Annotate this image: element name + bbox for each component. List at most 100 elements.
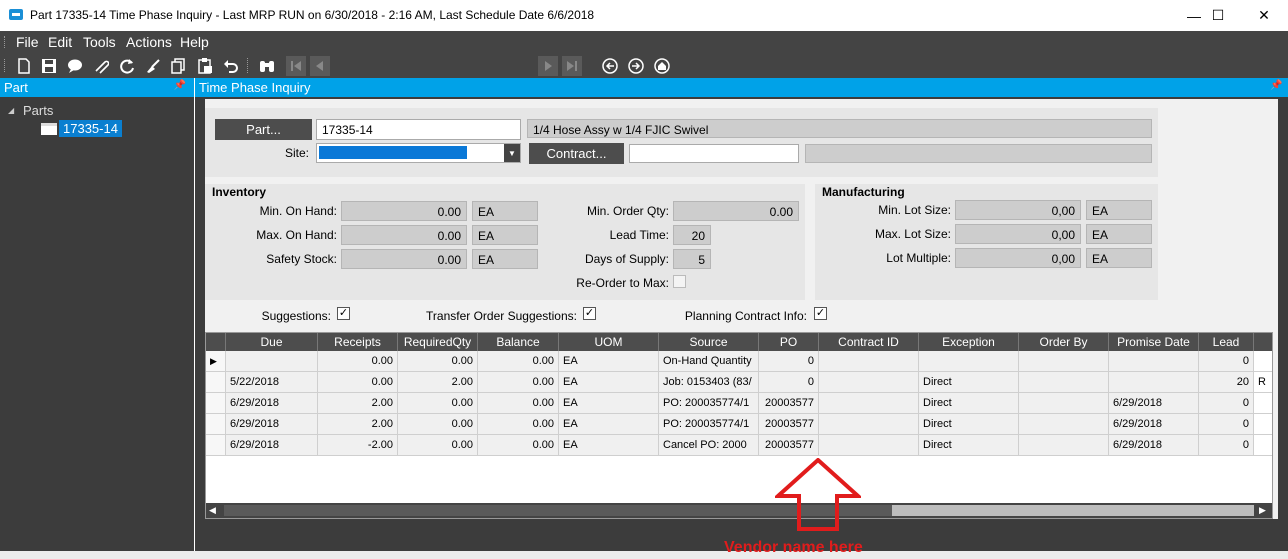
- table-cell[interactable]: 6/29/2018: [1109, 414, 1199, 435]
- forward-icon[interactable]: [626, 56, 646, 76]
- table-cell[interactable]: 5/22/2018: [226, 372, 318, 393]
- table-cell[interactable]: 2.00: [318, 414, 398, 435]
- tree-expand-icon[interactable]: ◢: [8, 106, 14, 115]
- table-cell[interactable]: Direct: [919, 414, 1019, 435]
- table-cell[interactable]: 20003577: [759, 435, 819, 456]
- scroll-left-icon[interactable]: ◀: [209, 505, 216, 516]
- row-selector[interactable]: [206, 372, 226, 393]
- table-cell[interactable]: Direct: [919, 372, 1019, 393]
- menu-actions[interactable]: Actions: [126, 34, 172, 50]
- table-cell[interactable]: PO: 200035774/1: [659, 393, 759, 414]
- table-cell[interactable]: 0: [1199, 414, 1254, 435]
- table-cell[interactable]: Cancel PO: 2000: [659, 435, 759, 456]
- table-cell[interactable]: 6/29/2018: [1109, 393, 1199, 414]
- menu-file[interactable]: File: [16, 34, 39, 50]
- row-selector[interactable]: [206, 393, 226, 414]
- table-cell[interactable]: 2.00: [398, 372, 478, 393]
- col-balance[interactable]: Balance: [478, 333, 559, 351]
- home-icon[interactable]: [652, 56, 672, 76]
- table-cell[interactable]: 0: [759, 351, 819, 372]
- table-cell[interactable]: [819, 351, 919, 372]
- pin-icon[interactable]: 📌: [174, 80, 186, 91]
- back-icon[interactable]: [600, 56, 620, 76]
- table-cell[interactable]: Job: 0153403 (83/: [659, 372, 759, 393]
- table-cell[interactable]: 20: [1199, 372, 1254, 393]
- table-row[interactable]: 6/29/2018 2.00 0.00 0.00 EA PO: 200035774/1 20…: [206, 414, 1272, 435]
- table-cell[interactable]: 0: [1199, 435, 1254, 456]
- table-cell[interactable]: EA: [559, 414, 659, 435]
- attach-icon[interactable]: [91, 56, 111, 76]
- col-exception[interactable]: Exception: [919, 333, 1019, 351]
- new-icon[interactable]: [14, 56, 34, 76]
- pin-icon[interactable]: 📌: [1270, 80, 1282, 91]
- table-cell[interactable]: 0: [1199, 393, 1254, 414]
- table-cell[interactable]: 0: [1199, 351, 1254, 372]
- table-cell[interactable]: R: [1254, 372, 1272, 393]
- table-cell[interactable]: [819, 435, 919, 456]
- col-lead[interactable]: Lead: [1199, 333, 1254, 351]
- table-cell[interactable]: 6/29/2018: [226, 435, 318, 456]
- part-input[interactable]: 17335-14: [316, 119, 521, 140]
- table-cell[interactable]: -2.00: [318, 435, 398, 456]
- save-icon[interactable]: [39, 56, 59, 76]
- table-cell[interactable]: [1019, 435, 1109, 456]
- table-cell[interactable]: 6/29/2018: [226, 393, 318, 414]
- table-row[interactable]: 5/22/2018 0.00 2.00 0.00 EA Job: 0153403 (83/…: [206, 372, 1272, 393]
- table-row[interactable]: ▶ 0.00 0.00 0.00 EA On-Hand Quantity 0 0: [206, 351, 1272, 372]
- table-cell[interactable]: [919, 351, 1019, 372]
- table-cell[interactable]: EA: [559, 351, 659, 372]
- col-source[interactable]: Source: [659, 333, 759, 351]
- table-cell[interactable]: 0: [759, 372, 819, 393]
- table-cell[interactable]: [1019, 414, 1109, 435]
- next-icon[interactable]: [538, 56, 558, 76]
- tree-root[interactable]: Parts: [23, 103, 53, 118]
- table-cell[interactable]: 0.00: [398, 414, 478, 435]
- table-cell[interactable]: [1254, 393, 1272, 414]
- clear-icon[interactable]: [143, 56, 163, 76]
- menu-help[interactable]: Help: [180, 34, 209, 50]
- site-select[interactable]: ▼: [316, 143, 521, 163]
- row-selector[interactable]: [206, 414, 226, 435]
- table-cell[interactable]: [1019, 351, 1109, 372]
- table-cell[interactable]: EA: [559, 393, 659, 414]
- menu-edit[interactable]: Edit: [48, 34, 72, 50]
- table-cell[interactable]: [819, 393, 919, 414]
- binoculars-icon[interactable]: [257, 56, 277, 76]
- table-cell[interactable]: 0.00: [398, 435, 478, 456]
- transfer-checkbox[interactable]: ✓: [583, 307, 596, 320]
- col-requiredqty[interactable]: RequiredQty: [398, 333, 478, 351]
- table-cell[interactable]: 0.00: [318, 372, 398, 393]
- table-cell[interactable]: 20003577: [759, 414, 819, 435]
- table-row[interactable]: 6/29/2018 -2.00 0.00 0.00 EA Cancel PO: 2000 2…: [206, 435, 1272, 456]
- col-contract-id[interactable]: Contract ID: [819, 333, 919, 351]
- table-cell[interactable]: 0.00: [318, 351, 398, 372]
- col-uom[interactable]: UOM: [559, 333, 659, 351]
- table-cell[interactable]: [1109, 351, 1199, 372]
- reorder-to-max-checkbox[interactable]: [673, 275, 686, 288]
- scroll-right-icon[interactable]: ▶: [1259, 505, 1266, 516]
- prev-icon[interactable]: [310, 56, 330, 76]
- contract-button[interactable]: Contract...: [529, 143, 624, 164]
- table-cell[interactable]: [1254, 351, 1272, 372]
- suggestions-checkbox[interactable]: ✓: [337, 307, 350, 320]
- table-row[interactable]: 6/29/2018 2.00 0.00 0.00 EA PO: 200035774/1 20…: [206, 393, 1272, 414]
- table-cell[interactable]: 0.00: [398, 351, 478, 372]
- table-cell[interactable]: 0.00: [478, 414, 559, 435]
- table-cell[interactable]: 0.00: [478, 393, 559, 414]
- table-cell[interactable]: [1254, 414, 1272, 435]
- table-cell[interactable]: [1254, 435, 1272, 456]
- table-cell[interactable]: [1109, 372, 1199, 393]
- part-button[interactable]: Part...: [215, 119, 312, 140]
- table-cell[interactable]: 0.00: [398, 393, 478, 414]
- table-cell[interactable]: EA: [559, 435, 659, 456]
- col-order-by[interactable]: Order By: [1019, 333, 1109, 351]
- table-cell[interactable]: 0.00: [478, 372, 559, 393]
- planning-checkbox[interactable]: ✓: [814, 307, 827, 320]
- row-selector[interactable]: [206, 435, 226, 456]
- table-cell[interactable]: 6/29/2018: [1109, 435, 1199, 456]
- current-row-indicator-icon[interactable]: ▶: [206, 351, 226, 372]
- menu-tools[interactable]: Tools: [83, 34, 116, 50]
- table-cell[interactable]: Direct: [919, 435, 1019, 456]
- first-icon[interactable]: [286, 56, 306, 76]
- comment-icon[interactable]: [65, 56, 85, 76]
